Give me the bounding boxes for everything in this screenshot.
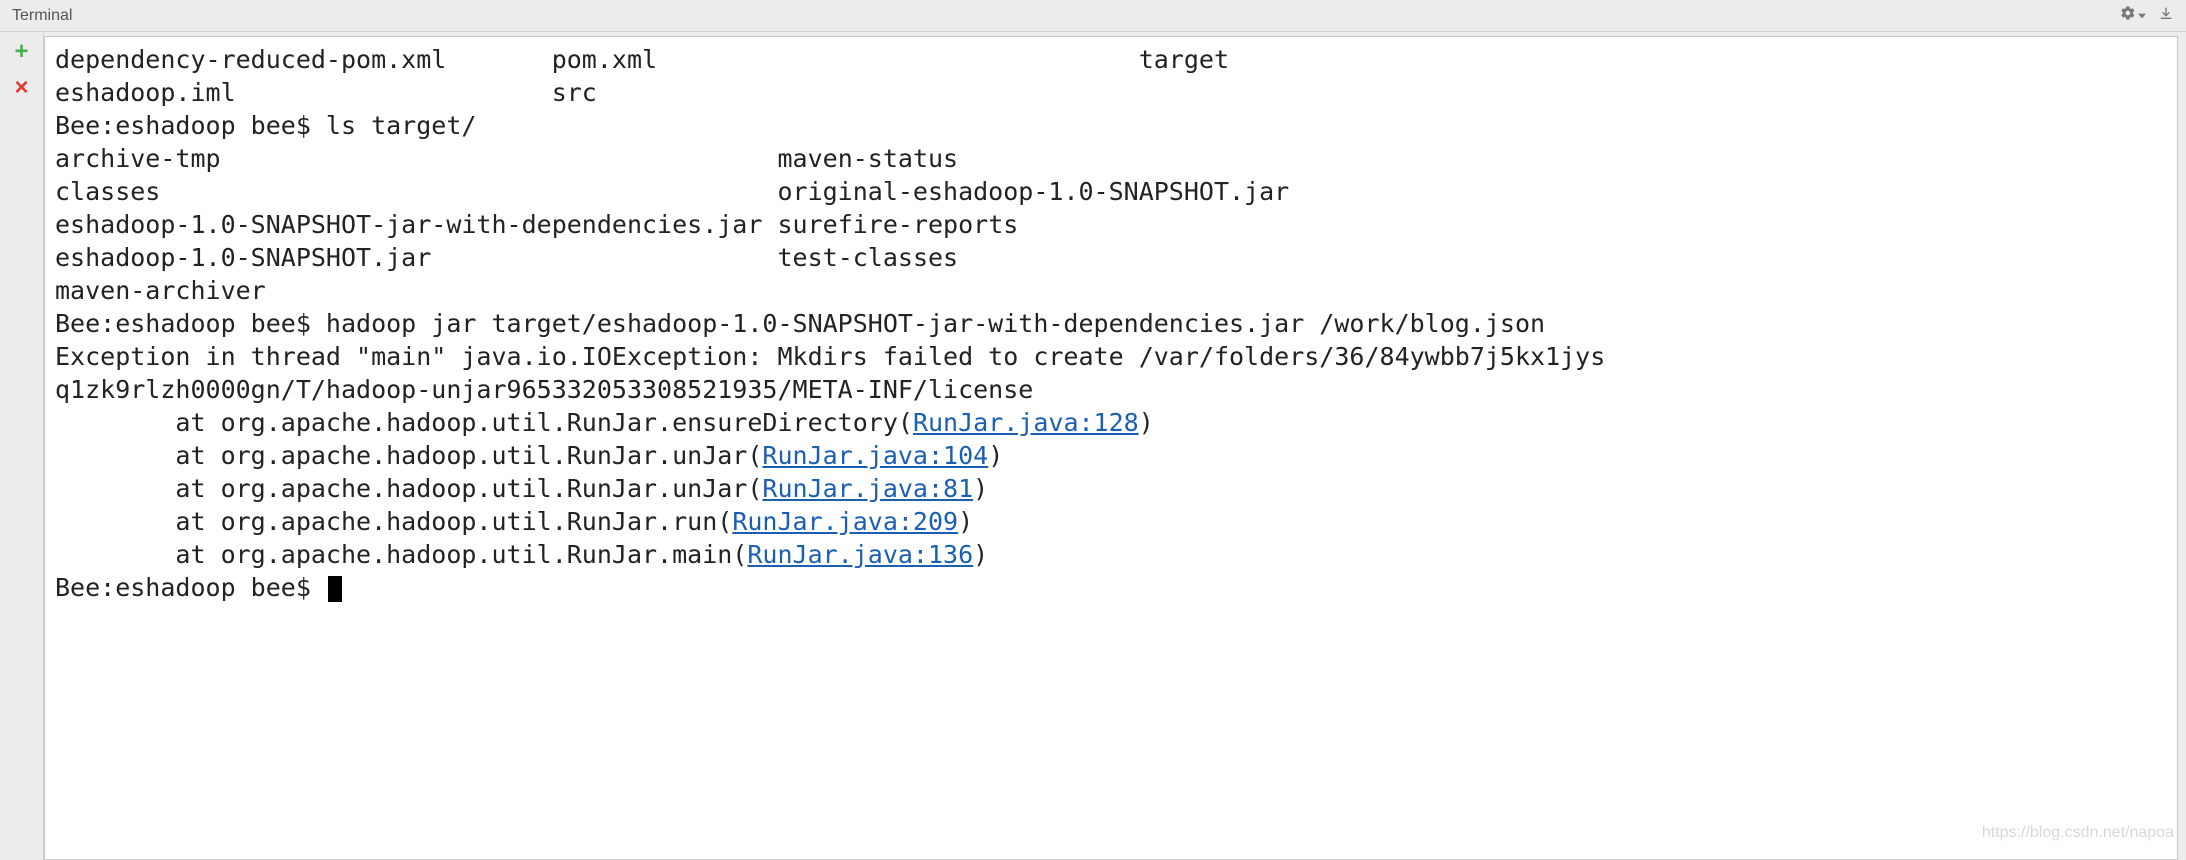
header-actions [2120,5,2174,26]
ls-output-row: eshadoop.iml src [55,78,597,107]
ls-output-row: classes original-eshadoop-1.0-SNAPSHOT.j… [55,177,1289,206]
settings-button[interactable] [2120,5,2146,26]
stack-trace-line: at org.apache.hadoop.util.RunJar.ensureD… [55,408,1154,437]
file-entry: eshadoop-1.0-SNAPSHOT.jar [55,243,431,272]
shell-prompt-line: Bee:eshadoop bee$ hadoop jar target/esha… [55,309,1545,338]
ls-output-row: eshadoop-1.0-SNAPSHOT.jar test-classes [55,243,958,272]
terminal-output[interactable]: dependency-reduced-pom.xml pom.xml targe… [44,36,2178,860]
stack-trace-line: at org.apache.hadoop.util.RunJar.run(Run… [55,507,973,536]
file-entry: target [1139,45,1229,74]
source-link[interactable]: RunJar.java:81 [762,474,973,503]
source-link[interactable]: RunJar.java:209 [732,507,958,536]
file-entry: eshadoop.iml [55,78,236,107]
file-entry: archive-tmp [55,144,221,173]
file-entry: pom.xml [552,45,657,74]
hide-button[interactable] [2158,5,2174,26]
stack-trace-line: at org.apache.hadoop.util.RunJar.main(Ru… [55,540,988,569]
file-entry: test-classes [777,243,958,272]
shell-prompt-line: Bee:eshadoop bee$ [55,573,342,602]
new-session-button[interactable]: + [12,42,32,62]
gear-icon [2120,5,2136,26]
panel-title: Terminal [12,7,2120,25]
close-session-button[interactable]: × [12,78,32,98]
exception-line: q1zk9rlzh0000gn/T/hadoop-unjar9653320533… [55,375,1033,404]
source-link[interactable]: RunJar.java:104 [762,441,988,470]
main-area: + × dependency-reduced-pom.xml pom.xml t… [0,32,2186,860]
terminal-gutter: + × [0,32,44,860]
file-entry: src [552,78,597,107]
stack-trace-line: at org.apache.hadoop.util.RunJar.unJar(R… [55,441,1003,470]
plus-icon: + [14,40,28,64]
ls-output-row: archive-tmp maven-status [55,144,958,173]
shell-prompt-line: Bee:eshadoop bee$ ls target/ [55,111,476,140]
file-entry: surefire-reports [777,210,1018,239]
ls-output-row: dependency-reduced-pom.xml pom.xml targe… [55,45,1229,74]
file-entry: classes [55,177,160,206]
file-entry: original-eshadoop-1.0-SNAPSHOT.jar [777,177,1289,206]
ls-output-row: eshadoop-1.0-SNAPSHOT-jar-with-dependenc… [55,210,1018,239]
file-entry: eshadoop-1.0-SNAPSHOT-jar-with-dependenc… [55,210,762,239]
chevron-down-icon [2138,7,2146,25]
terminal-header: Terminal [0,0,2186,32]
watermark: https://blog.csdn.net/napoa [1982,824,2174,842]
source-link[interactable]: RunJar.java:128 [913,408,1139,437]
close-icon: × [14,76,28,100]
file-entry: dependency-reduced-pom.xml [55,45,446,74]
source-link[interactable]: RunJar.java:136 [747,540,973,569]
ls-output-row: maven-archiver [55,276,266,305]
file-entry: maven-status [777,144,958,173]
cursor [328,576,342,602]
exception-line: Exception in thread "main" java.io.IOExc… [55,342,1605,371]
stack-trace-line: at org.apache.hadoop.util.RunJar.unJar(R… [55,474,988,503]
